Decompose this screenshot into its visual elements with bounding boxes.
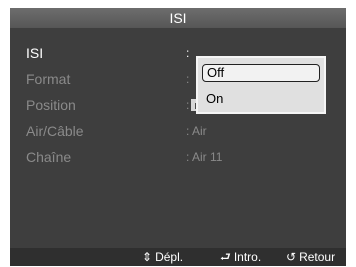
move-label: Dépl. bbox=[155, 250, 184, 264]
return-label: Retour bbox=[299, 250, 336, 264]
menu-item-label: Format bbox=[26, 71, 71, 87]
enter-label: Intro. bbox=[233, 250, 262, 264]
isi-dropdown[interactable]: Off On bbox=[196, 56, 326, 114]
enter-hint: ⮐ Intro. bbox=[220, 248, 261, 266]
menu-item-label: Chaîne bbox=[26, 149, 72, 165]
dropdown-option-off[interactable]: Off bbox=[202, 64, 320, 82]
return-icon: ↺ bbox=[286, 250, 297, 264]
menu-item-value: : bbox=[186, 72, 190, 86]
tv-menu-screen: ISI ISI : Format : Position : Air/Câble … bbox=[10, 8, 346, 266]
move-hint: ⇕ Dépl. bbox=[142, 248, 183, 266]
up-down-arrows-icon: ⇕ bbox=[142, 250, 153, 264]
menu-item-value: : Air 11 bbox=[186, 150, 223, 164]
menu-item-label: Position bbox=[26, 97, 76, 113]
menu-item-label: Air/Câble bbox=[26, 123, 84, 139]
menu-panel: ISI : Format : Position : Air/Câble : Ai… bbox=[10, 28, 346, 248]
footer-hints: ⇕ Dépl. ⮐ Intro. ↺ Retour bbox=[10, 248, 346, 266]
enter-icon: ⮐ bbox=[220, 250, 231, 264]
position-colon: : bbox=[186, 98, 190, 112]
menu-item-channel[interactable]: Chaîne : Air 11 bbox=[18, 144, 338, 170]
return-hint: ↺ Retour bbox=[286, 248, 335, 266]
menu-title: ISI bbox=[10, 8, 346, 28]
dropdown-option-on[interactable]: On bbox=[202, 90, 320, 108]
menu-item-value: : Air bbox=[186, 124, 207, 138]
menu-item-value: : bbox=[186, 46, 190, 60]
menu-item-air-cable[interactable]: Air/Câble : Air bbox=[18, 118, 338, 144]
menu-item-label: ISI bbox=[26, 45, 44, 61]
